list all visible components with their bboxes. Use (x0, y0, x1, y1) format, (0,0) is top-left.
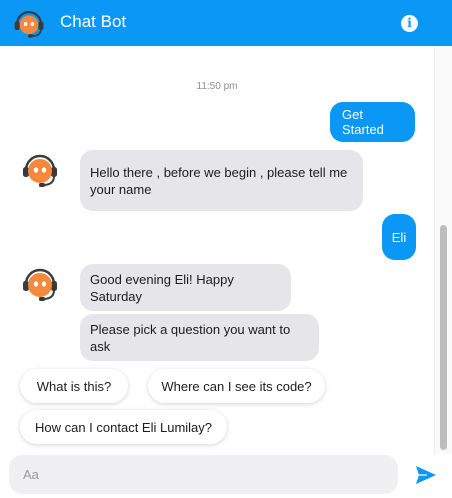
header-title: Chat Bot (60, 12, 127, 31)
message-list: 11:50 pm Get Started Hello there , befor… (0, 46, 434, 454)
bot-message: Please pick a question you want to ask (80, 314, 319, 361)
quick-reply-button[interactable]: How can I contact Eli Lumilay? (20, 410, 227, 444)
bot-avatar (20, 264, 60, 304)
message-timestamp: 11:50 pm (196, 81, 238, 92)
user-message: Eli (382, 214, 416, 260)
bot-message: Hello there , before we begin , please t… (80, 150, 363, 211)
quick-reply-button[interactable]: What is this? (20, 369, 128, 403)
scrollbar-thumb[interactable] (440, 225, 447, 450)
quick-reply-button[interactable]: Where can I see its code? (148, 369, 325, 403)
robot-headset-icon (12, 7, 46, 41)
user-message: Get Started (330, 102, 415, 142)
bot-avatar (20, 150, 60, 190)
bot-message: Good evening Eli! Happy Saturday (80, 264, 291, 311)
chat-header: Chat Bot i (0, 0, 452, 46)
message-composer (0, 454, 452, 498)
send-arrow-icon[interactable] (415, 465, 437, 485)
info-icon[interactable]: i (401, 15, 418, 32)
message-input[interactable] (9, 455, 398, 494)
